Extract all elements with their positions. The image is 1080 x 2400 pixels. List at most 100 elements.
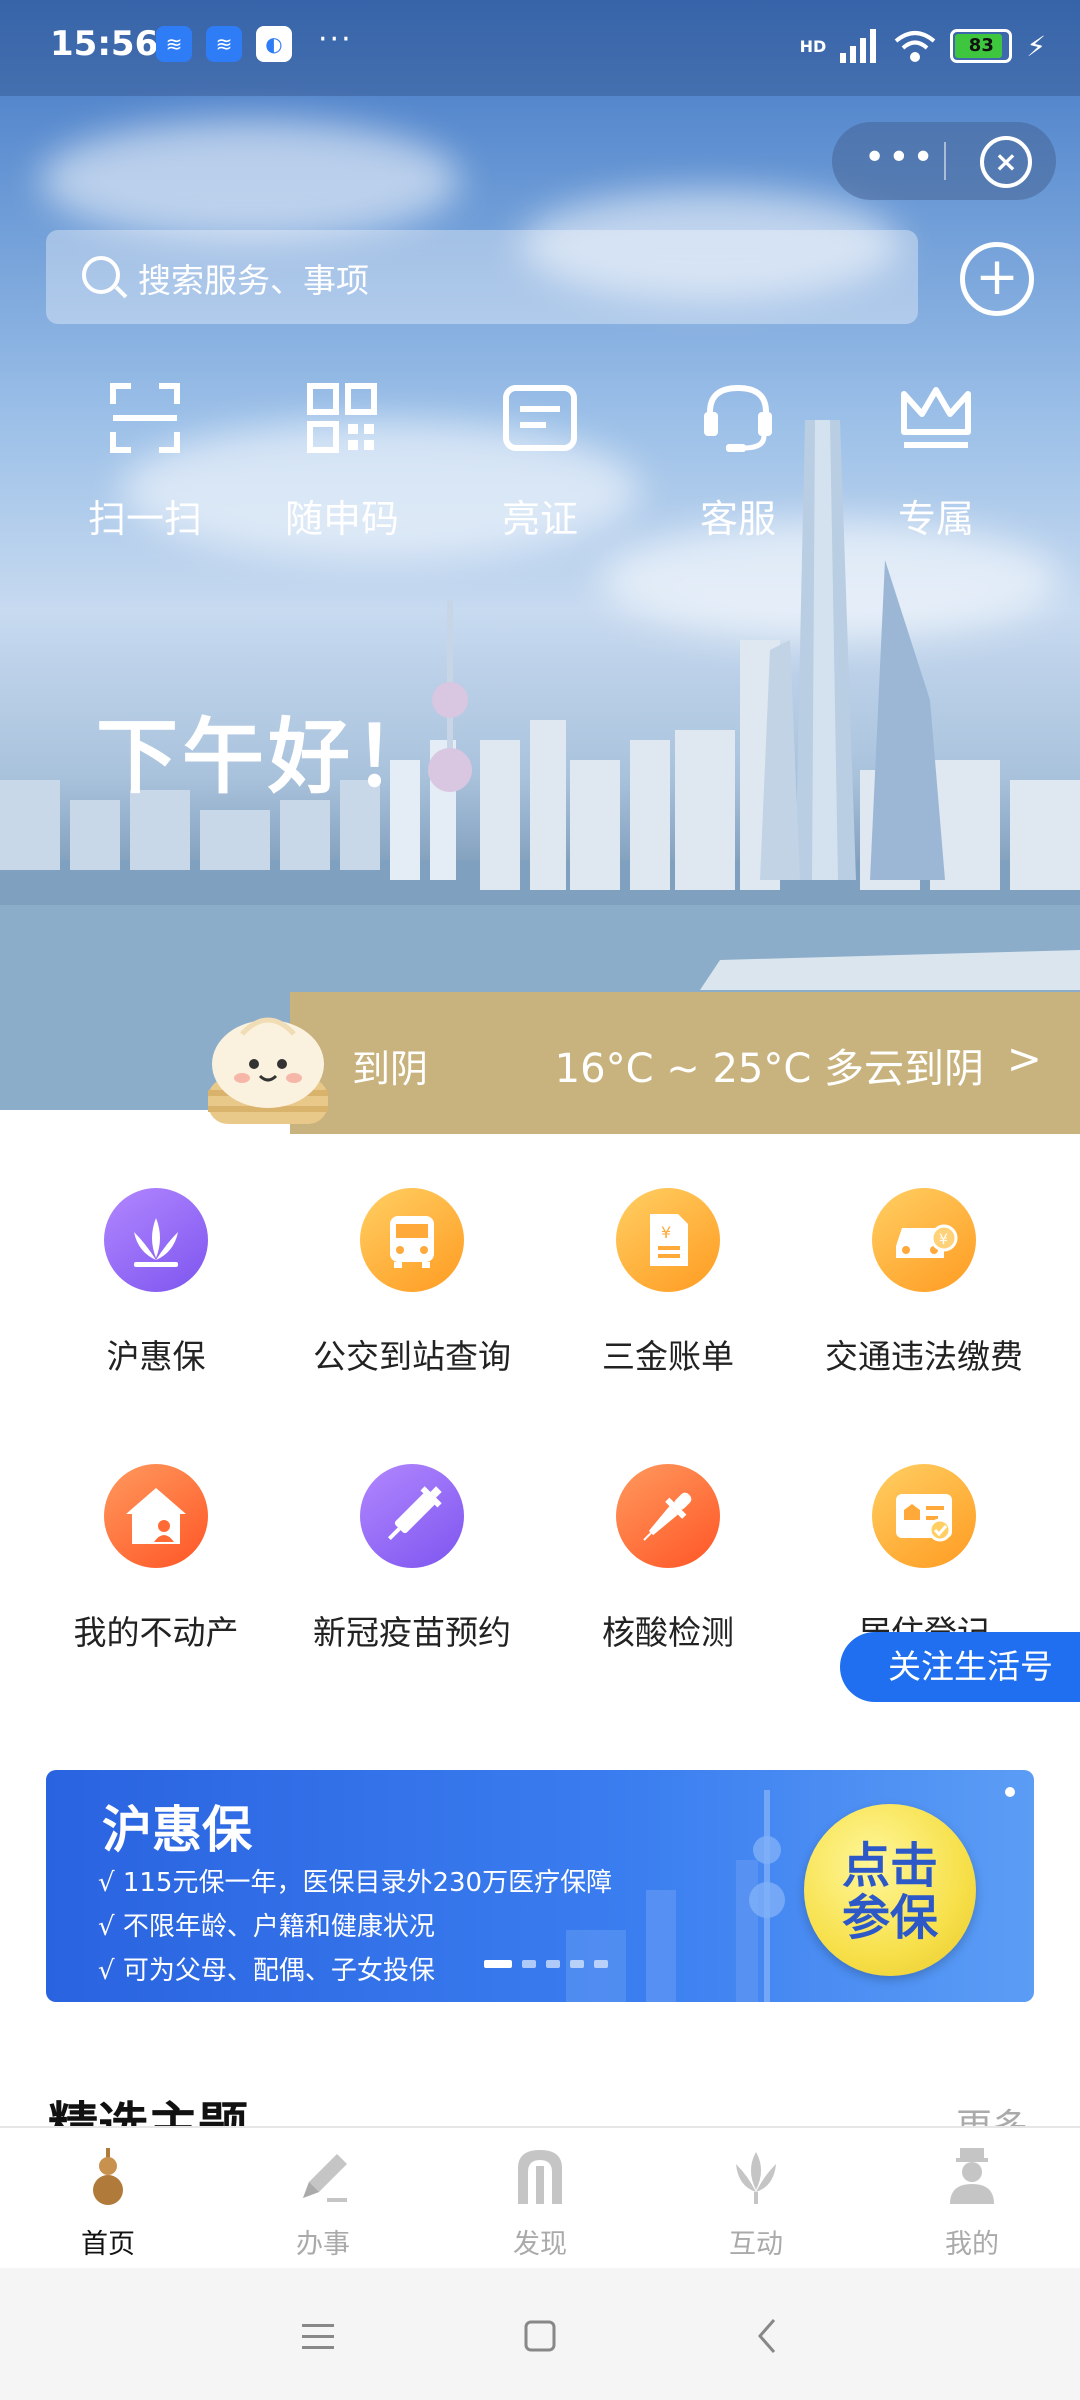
miniprogram-capsule: ••• ×	[832, 122, 1056, 200]
service-bus-arrival[interactable]: 公交到站查询	[287, 1188, 537, 1378]
status-bar: 15:56 ≋ ≋ ◐ ··· HD 83 ⚡	[0, 0, 1080, 96]
svg-text:¥: ¥	[939, 1232, 948, 1248]
scan-icon	[110, 383, 180, 453]
tab-label: 互动	[729, 2229, 783, 2260]
tab-label: 发现	[513, 2229, 567, 2260]
tab-label: 首页	[81, 2229, 135, 2260]
close-icon[interactable]: ×	[980, 136, 1032, 188]
enroll-label-line2: 参保	[841, 1890, 938, 1946]
gourd-icon	[93, 2148, 123, 2205]
bill-icon: ¥	[616, 1188, 720, 1292]
section-title: 精选主题	[48, 2097, 248, 2126]
hd-signal-icon: ≋	[156, 26, 192, 62]
bus-icon	[360, 1188, 464, 1292]
tab-home[interactable]: 首页	[33, 2146, 183, 2261]
headset-icon	[704, 384, 772, 452]
weather-forecast: 16°C ~ 25°C 多云到阴	[554, 1046, 984, 1092]
menu-icon[interactable]	[298, 2316, 338, 2356]
tab-mine[interactable]: 我的	[897, 2146, 1047, 2261]
quick-action-label: 随申码	[284, 497, 399, 541]
lotus-icon	[104, 1188, 208, 1292]
hd-signal-icon: ≋	[206, 26, 242, 62]
tab-discover[interactable]: 发现	[465, 2146, 615, 2261]
home-square-icon[interactable]	[520, 2316, 560, 2356]
crown-icon	[901, 387, 971, 448]
tab-label: 我的	[945, 2229, 999, 2260]
service-label: 核酸检测	[602, 1613, 734, 1652]
banner-benefit: √ 可为父母、配偶、子女投保	[98, 1956, 435, 1986]
add-button[interactable]: +	[960, 242, 1034, 316]
weather-scroll-text: 到阴	[352, 1047, 429, 1091]
quick-action-scan[interactable]: 扫一扫	[75, 378, 215, 543]
section-more-link[interactable]: 更多	[956, 2098, 1028, 2128]
search-input[interactable]: 搜索服务、事项	[46, 230, 918, 324]
carousel-indicator	[484, 1960, 608, 1968]
service-vaccine-booking[interactable]: 新冠疫苗预约	[287, 1464, 537, 1654]
bottom-tab-bar: 首页 办事 发现 互动 我的	[0, 2126, 1080, 2270]
magnolia-icon	[736, 2152, 776, 2204]
carousel-dot	[522, 1960, 536, 1968]
dumpling-mascot-icon	[208, 1017, 328, 1124]
qr-code-icon	[307, 383, 377, 453]
service-my-property[interactable]: 我的不动产	[31, 1464, 281, 1654]
service-residence-registration[interactable]: 居住登记	[799, 1464, 1049, 1632]
quick-action-label: 亮证	[501, 497, 578, 541]
quick-action-show-card[interactable]: 亮证	[470, 378, 610, 543]
tab-label: 办事	[296, 2229, 350, 2260]
service-huhuibao[interactable]: 沪惠保	[31, 1188, 281, 1378]
system-navigation-bar	[0, 2268, 1080, 2400]
app-notification-icon: ◐	[256, 26, 292, 62]
enroll-label-line1: 点击	[841, 1838, 938, 1894]
tab-interaction[interactable]: 互动	[681, 2146, 831, 2261]
search-placeholder: 搜索服务、事项	[138, 261, 369, 300]
carousel-dot	[546, 1960, 560, 1968]
service-label: 我的不动产	[73, 1613, 239, 1652]
hero-banner: 15:56 ≋ ≋ ◐ ··· HD 83 ⚡ ••• × 搜索服务、事项 + …	[0, 0, 1080, 1110]
person-icon	[950, 2148, 994, 2204]
banner-benefit: √ 115元保一年，医保目录外230万医疗保障	[98, 1868, 613, 1898]
card-icon	[503, 385, 577, 451]
service-label: 居住登记	[799, 1606, 1049, 1632]
search-icon	[82, 256, 120, 294]
more-options-button[interactable]: •••	[864, 138, 937, 178]
charging-icon: ⚡	[1026, 29, 1046, 63]
enroll-button[interactable]: 点击 参保	[804, 1804, 976, 1976]
clock: 15:56	[50, 24, 159, 64]
wifi-icon	[895, 31, 936, 62]
back-icon[interactable]	[748, 2316, 788, 2356]
service-label: 沪惠保	[106, 1337, 206, 1376]
tab-services[interactable]: 办事	[248, 2146, 398, 2261]
battery-level: 83	[968, 35, 994, 56]
banner-benefit: √ 不限年龄、户籍和健康状况	[98, 1912, 435, 1942]
carousel-dot	[570, 1960, 584, 1968]
quick-action-customer-service[interactable]: 客服	[668, 378, 808, 543]
banner-title: 沪惠保	[102, 1801, 252, 1859]
residence-card-icon	[872, 1464, 976, 1568]
quick-action-exclusive[interactable]: 专属	[866, 378, 1006, 543]
follow-life-account-button[interactable]: 关注生活号	[840, 1632, 1080, 1702]
quick-action-label: 扫一扫	[87, 497, 202, 541]
promo-banner[interactable]: 沪惠保 √ 115元保一年，医保目录外230万医疗保障 √ 不限年龄、户籍和健康…	[46, 1770, 1034, 2002]
service-label: 新冠疫苗预约	[313, 1613, 511, 1652]
svg-text:¥: ¥	[661, 1223, 671, 1242]
cellular-signal-icon	[840, 29, 877, 63]
more-notifications-icon: ···	[318, 22, 353, 57]
carousel-dot	[594, 1960, 608, 1968]
house-icon	[104, 1464, 208, 1568]
quick-action-label: 专属	[897, 497, 974, 541]
quick-action-qr-code[interactable]: 随申码	[272, 378, 412, 543]
gate-icon	[518, 2150, 562, 2204]
hd-label: HD	[799, 36, 827, 56]
dropper-icon	[616, 1464, 720, 1568]
car-fine-icon: ¥	[872, 1188, 976, 1292]
chevron-right-icon: >	[1006, 1034, 1042, 1083]
greeting-text: 下午好！	[96, 710, 441, 805]
service-traffic-fine[interactable]: ¥ 交通违法缴费	[799, 1188, 1049, 1378]
service-three-funds-bill[interactable]: ¥ 三金账单	[543, 1188, 793, 1378]
vaccine-icon	[360, 1464, 464, 1568]
weather-bar[interactable]: 到阴 16°C ~ 25°C 多云到阴 >	[290, 992, 1080, 1134]
carousel-dot	[484, 1960, 512, 1968]
capsule-divider	[944, 142, 946, 180]
service-nucleic-test[interactable]: 核酸检测	[543, 1464, 793, 1654]
battery-indicator: 83	[950, 29, 1013, 63]
